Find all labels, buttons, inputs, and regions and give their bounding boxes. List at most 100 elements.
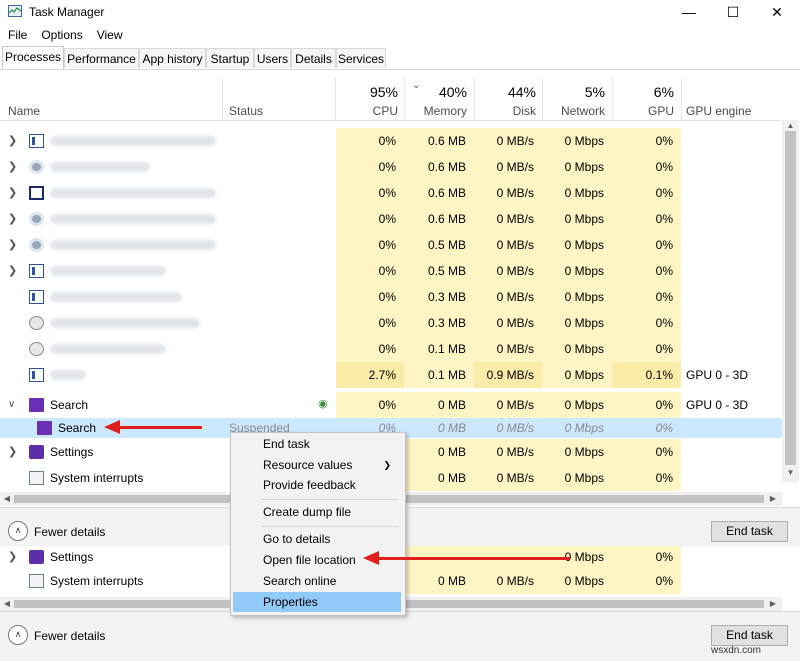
menu-search-online[interactable]: Search online [233,571,401,591]
scroll-down-arrow-icon[interactable]: ▼ [782,468,799,477]
cpu-cell: 0% [336,258,404,284]
search-group-row[interactable]: ∨ Search ◉ 0% 0 MB 0 MB/s 0 Mbps 0% GPU … [0,392,782,418]
table-row[interactable]: ❯ 0% 0.5 MB 0 MB/s 0 Mbps 0% [0,232,782,258]
expand-chevron-icon[interactable]: ❯ [8,206,17,232]
column-name[interactable]: Name [8,104,40,118]
tab-performance[interactable]: Performance [64,48,139,68]
menu-properties[interactable]: Properties [233,592,401,612]
network-cell: 0 Mbps [542,206,612,232]
disk-cell: 0 MB/s [474,128,542,154]
disk-cell: 0 MB/s [496,421,534,435]
menu-provide-feedback[interactable]: Provide feedback [233,475,401,495]
menu-options[interactable]: Options [41,26,82,44]
gpu-engine-cell [681,336,782,362]
scroll-right-arrow-icon[interactable]: ▶ [768,599,778,608]
annotation-arrow-open-file-location [378,557,570,560]
redacted-process-name [50,214,216,224]
tab-users[interactable]: Users [254,48,291,68]
gpu-cell: 0% [612,232,681,258]
redacted-process-name [50,344,166,354]
fewer-details-link[interactable]: Fewer details [34,525,105,539]
network-cell: 0 Mbps [542,258,612,284]
tab-processes[interactable]: Processes [2,46,64,69]
title-bar: Task Manager — ☐ ✕ [0,0,800,24]
gpu-cell: 0% [612,392,681,418]
process-name: Settings [50,445,94,459]
column-disk[interactable]: Disk [474,104,536,118]
menu-end-task[interactable]: End task [233,434,401,454]
table-row[interactable]: ❯ 0% 0.5 MB 0 MB/s 0 Mbps 0% [0,258,782,284]
maximize-button[interactable]: ☐ [710,0,756,24]
gpu-cell: 0% [612,258,681,284]
tab-services[interactable]: Services [336,48,386,68]
scroll-left-arrow-icon[interactable]: ◀ [2,599,12,608]
menu-create-dump-file[interactable]: Create dump file [233,502,401,522]
table-row[interactable]: 0% 0.3 MB 0 MB/s 0 Mbps 0% [0,310,782,336]
disk-cell: 0 MB/s [474,392,542,418]
column-header: Name Status 95% CPU ⌄ 40% Memory 44% Dis… [0,78,782,121]
window-title: Task Manager [29,5,105,19]
submenu-arrow-icon: ❯ [383,460,391,470]
gpu-cell: 0% [612,336,681,362]
scroll-right-arrow-icon[interactable]: ▶ [768,494,778,503]
menu-view[interactable]: View [97,26,123,44]
leaf-icon: ◉ [318,398,328,410]
vertical-scroll-thumb[interactable] [785,131,796,465]
gpu-cell: 0% [612,465,681,491]
tab-app-history[interactable]: App history [139,48,206,68]
end-task-button[interactable]: End task [711,625,788,646]
disk-cell: 0 MB/s [474,310,542,336]
column-network[interactable]: Network [542,104,605,118]
menu-go-to-details[interactable]: Go to details [233,529,401,549]
memory-cell: 0.6 MB [404,128,474,154]
table-row[interactable]: 2.7% 0.1 MB 0.9 MB/s 0 Mbps 0.1% GPU 0 - 3D [0,362,782,388]
menu-file[interactable]: File [8,26,27,44]
gpu-engine-cell [681,232,782,258]
table-row[interactable]: ❯ 0% 0.6 MB 0 MB/s 0 Mbps 0% [0,128,782,154]
expand-chevron-icon[interactable]: ❯ [8,439,17,465]
fewer-details-chevron-icon[interactable]: ∧ [8,521,28,541]
collapse-chevron-icon[interactable]: ∨ [8,392,15,418]
scroll-left-arrow-icon[interactable]: ◀ [2,494,12,503]
column-memory[interactable]: Memory [404,104,467,118]
table-row[interactable]: 0% 0.3 MB 0 MB/s 0 Mbps 0% [0,284,782,310]
cpu-percent[interactable]: 95% [336,84,398,100]
disk-cell: 0 MB/s [474,180,542,206]
column-status[interactable]: Status [229,104,263,118]
disk-cell: 0 MB/s [474,439,542,465]
memory-cell: 0 MB [404,568,474,594]
memory-percent[interactable]: 40% [404,84,467,100]
gpu-percent[interactable]: 6% [612,84,674,100]
disk-percent[interactable]: 44% [474,84,536,100]
expand-chevron-icon[interactable]: ❯ [8,546,17,568]
expand-chevron-icon[interactable]: ❯ [8,180,17,206]
tab-bar: Processes Performance App history Startu… [0,46,800,70]
column-gpu[interactable]: GPU [612,104,674,118]
edge-icon [29,316,44,330]
table-row[interactable]: ❯ 0% 0.6 MB 0 MB/s 0 Mbps 0% [0,154,782,180]
menu-resource-values[interactable]: Resource values ❯ [233,455,401,475]
table-row[interactable]: ❯ 0% 0.6 MB 0 MB/s 0 Mbps 0% [0,180,782,206]
close-button[interactable]: ✕ [754,0,800,24]
tab-details[interactable]: Details [291,48,336,68]
expand-chevron-icon[interactable]: ❯ [8,232,17,258]
memory-cell: 0.1 MB [404,336,474,362]
table-row[interactable]: 0% 0.1 MB 0 MB/s 0 Mbps 0% [0,336,782,362]
fewer-details-link[interactable]: Fewer details [34,629,105,643]
network-cell: 0 Mbps [542,465,612,491]
expand-chevron-icon[interactable]: ❯ [8,154,17,180]
column-gpu-engine[interactable]: GPU engine [686,104,751,118]
process-name: Search [58,421,97,435]
minimize-button[interactable]: — [666,0,712,24]
end-task-button[interactable]: End task [711,521,788,542]
column-cpu[interactable]: CPU [336,104,398,118]
cpu-cell: 0% [336,206,404,232]
expand-chevron-icon[interactable]: ❯ [8,128,17,154]
tab-startup[interactable]: Startup [206,48,254,68]
scroll-up-arrow-icon[interactable]: ▲ [782,121,799,130]
table-row[interactable]: ❯ 0% 0.6 MB 0 MB/s 0 Mbps 0% [0,206,782,232]
annotation-arrowhead [363,551,379,565]
fewer-details-chevron-icon[interactable]: ∧ [8,625,28,645]
network-percent[interactable]: 5% [542,84,605,100]
expand-chevron-icon[interactable]: ❯ [8,258,17,284]
